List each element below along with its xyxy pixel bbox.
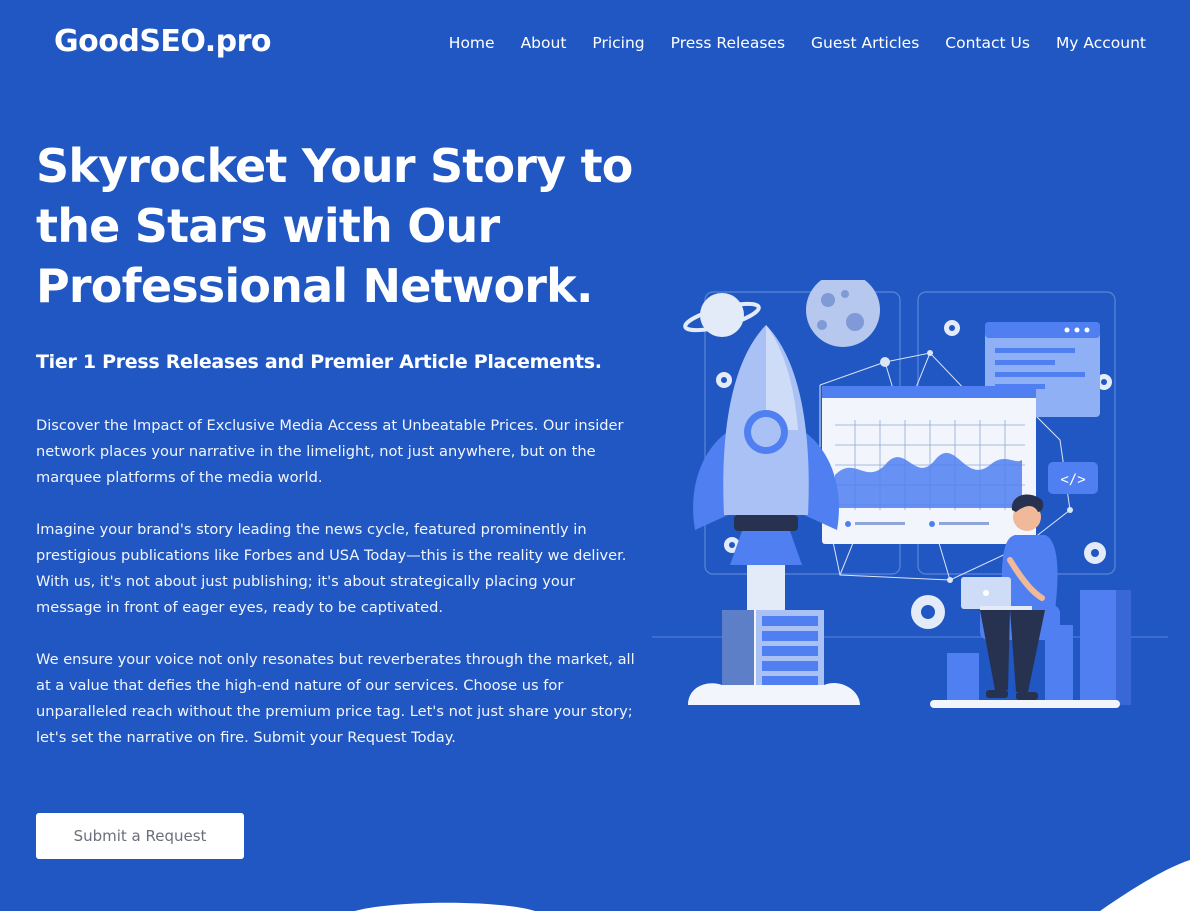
submit-request-button[interactable]: Submit a Request <box>36 813 244 859</box>
nav-press-releases[interactable]: Press Releases <box>671 34 785 52</box>
main-nav: Home About Pricing Press Releases Guest … <box>449 34 1146 52</box>
code-badge: </> <box>1048 462 1098 494</box>
nav-my-account[interactable]: My Account <box>1056 34 1146 52</box>
hero-paragraph-2: Imagine your brand's story leading the n… <box>36 521 627 616</box>
bottom-waves <box>355 860 1190 911</box>
planet-icon <box>683 293 761 337</box>
moon-icon <box>806 280 880 347</box>
nav-contact-us[interactable]: Contact Us <box>945 34 1030 52</box>
hero-title: Skyrocket Your Story to the Stars with O… <box>36 139 633 313</box>
site-header: GoodSEO.pro Home About Pricing Press Rel… <box>0 0 1190 90</box>
hero-paragraph-1: Discover the Impact of Exclusive Media A… <box>36 417 624 486</box>
nav-about[interactable]: About <box>521 34 567 52</box>
nav-pricing[interactable]: Pricing <box>592 34 644 52</box>
hero-subtitle: Tier 1 Press Releases and Premier Articl… <box>36 351 602 373</box>
site-logo[interactable]: GoodSEO.pro <box>54 24 272 59</box>
analytics-dashboard <box>822 386 1036 544</box>
hero-illustration: </> <box>652 280 1168 708</box>
ground-shadow <box>930 700 1120 708</box>
cloud-base <box>688 682 860 705</box>
nav-guest-articles[interactable]: Guest Articles <box>811 34 919 52</box>
rocket-icon <box>693 325 839 565</box>
hero-paragraph-3: We ensure your voice not only resonates … <box>36 651 635 746</box>
nav-home[interactable]: Home <box>449 34 495 52</box>
svg-text:</>: </> <box>1060 472 1085 488</box>
